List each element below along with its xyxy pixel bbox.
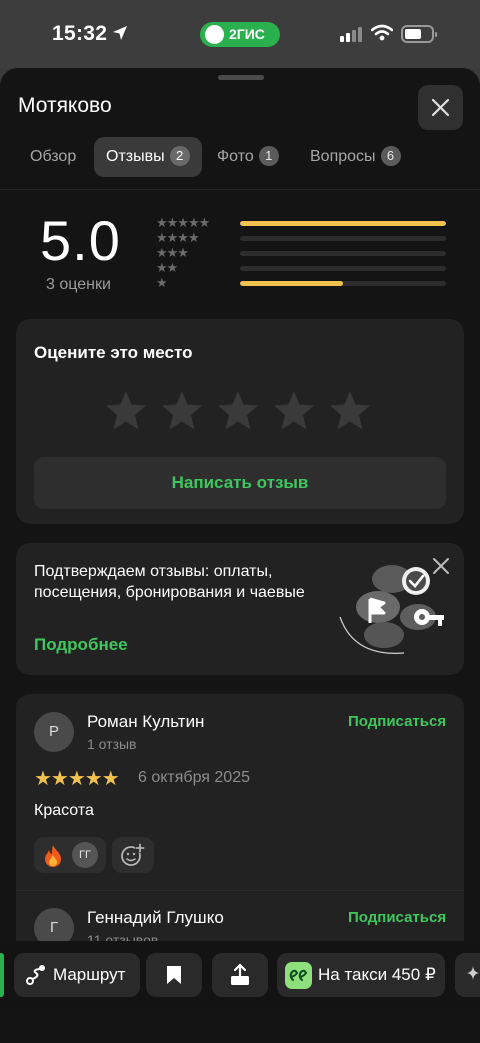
place-title: Мотяково: [18, 94, 112, 117]
distribution-stars: ★: [156, 275, 168, 290]
close-banner-icon[interactable]: [430, 555, 452, 577]
app-badge[interactable]: 2ГИС: [200, 22, 280, 47]
rate-star-3[interactable]: [216, 389, 260, 433]
banner-text: Подтверждаем отзывы: оплаты, посещения, …: [34, 563, 305, 601]
rate-star-2[interactable]: [160, 389, 204, 433]
distribution-row: ★★★: [156, 246, 456, 260]
subscribe-button[interactable]: Подписаться: [348, 909, 446, 926]
rate-star-4[interactable]: [272, 389, 316, 433]
distribution-bar-fill: [240, 221, 446, 226]
rating-count: 3 оценки: [46, 276, 111, 293]
share-button[interactable]: [212, 953, 268, 997]
location-arrow-icon: [113, 26, 127, 40]
rate-card-title: Оцените это место: [34, 343, 193, 362]
fire-icon: [45, 845, 61, 867]
route-icon: [26, 965, 45, 985]
status-bar: 15:32 2ГИС: [0, 0, 480, 68]
review-date: 6 октября 2025: [138, 769, 250, 786]
tab-reviews[interactable]: Отзывы 2: [94, 137, 202, 177]
review-text: Красота: [34, 802, 94, 819]
divider: [0, 189, 480, 190]
place-sheet: Мотяково Обзор Отзывы 2 Фото 1 Вопросы 6 5.…: [0, 68, 480, 1043]
ai-assistant-button[interactable]: [455, 953, 480, 997]
tab-count-badge: 1: [258, 146, 279, 166]
tab-count-badge: 2: [169, 146, 190, 166]
rating-value: 5.0: [40, 209, 121, 272]
rate-star-5[interactable]: [328, 389, 372, 433]
distribution-bar: [240, 221, 446, 226]
reviewer-review-count: 1 отзыв: [87, 736, 137, 752]
distribution-bar: [240, 266, 446, 271]
share-icon: [231, 963, 249, 985]
subscribe-button[interactable]: Подписаться: [348, 713, 446, 730]
distribution-stars: ★★: [156, 260, 178, 275]
bookmark-icon: [167, 966, 181, 984]
add-emoji-icon: [121, 843, 145, 866]
home-indicator-area: [0, 1009, 480, 1043]
verified-reviews-banner: Подтверждаем отзывы: оплаты, посещения, …: [16, 543, 464, 675]
tab-bar: Обзор Отзывы 2 Фото 1 Вопросы 6: [0, 137, 480, 177]
reviewer-name[interactable]: Геннадий Глушко: [87, 908, 224, 928]
write-review-button[interactable]: Написать отзыв: [34, 457, 446, 509]
distribution-stars: ★★★: [156, 245, 189, 260]
distribution-bar-fill: [240, 281, 343, 286]
route-label: Маршрут: [53, 965, 126, 984]
status-time: 15:32: [52, 22, 108, 45]
close-button[interactable]: [418, 85, 463, 130]
verification-illustration-icon: [339, 565, 444, 654]
reviewer-name[interactable]: Роман Культин: [87, 712, 204, 732]
taxi-brand-icon: [289, 969, 308, 981]
add-reaction-button[interactable]: [112, 837, 154, 873]
partial-action-button[interactable]: [0, 953, 4, 997]
close-icon: [431, 98, 450, 117]
distribution-stars: ★★★★★: [156, 215, 210, 230]
distribution-row: ★★★★: [156, 231, 456, 245]
distribution-bar: [240, 281, 446, 286]
taxi-logo-icon: [285, 962, 312, 989]
sparkle-icon: [467, 965, 479, 981]
rate-place-card: Оцените это место Написать отзыв: [16, 319, 464, 524]
distribution-row: ★: [156, 276, 456, 290]
route-button[interactable]: Маршрут: [14, 953, 140, 997]
tab-photos[interactable]: Фото 1: [205, 137, 291, 177]
distribution-bar: [240, 236, 446, 241]
learn-more-link[interactable]: Подробнее: [34, 635, 128, 655]
bottom-action-bar: Маршрут На такси 450 ₽: [0, 941, 480, 1009]
review-stars: ★★★★★: [34, 768, 120, 790]
tab-count-badge: 6: [380, 146, 401, 166]
cellular-signal-icon: [340, 27, 362, 42]
reaction-avatar: ГГ: [72, 842, 98, 868]
distribution-stars: ★★★★: [156, 230, 200, 245]
2gis-logo-icon: [205, 25, 224, 44]
rate-star-1[interactable]: [104, 389, 148, 433]
distribution-row: ★★★★★: [156, 216, 456, 230]
avatar[interactable]: Р: [34, 712, 74, 752]
distribution-row: ★★: [156, 261, 456, 275]
bookmark-button[interactable]: [146, 953, 202, 997]
taxi-label: На такси 450 ₽: [318, 965, 436, 984]
taxi-button[interactable]: На такси 450 ₽: [277, 953, 445, 997]
distribution-bar: [240, 251, 446, 256]
battery-icon: [401, 25, 437, 43]
sheet-grabber[interactable]: [218, 75, 264, 80]
wifi-icon: [371, 24, 393, 41]
reaction-chip[interactable]: ГГ: [34, 837, 106, 873]
tab-overview[interactable]: Обзор: [18, 137, 88, 177]
tab-questions[interactable]: Вопросы 6: [298, 137, 413, 177]
divider: [16, 890, 464, 891]
